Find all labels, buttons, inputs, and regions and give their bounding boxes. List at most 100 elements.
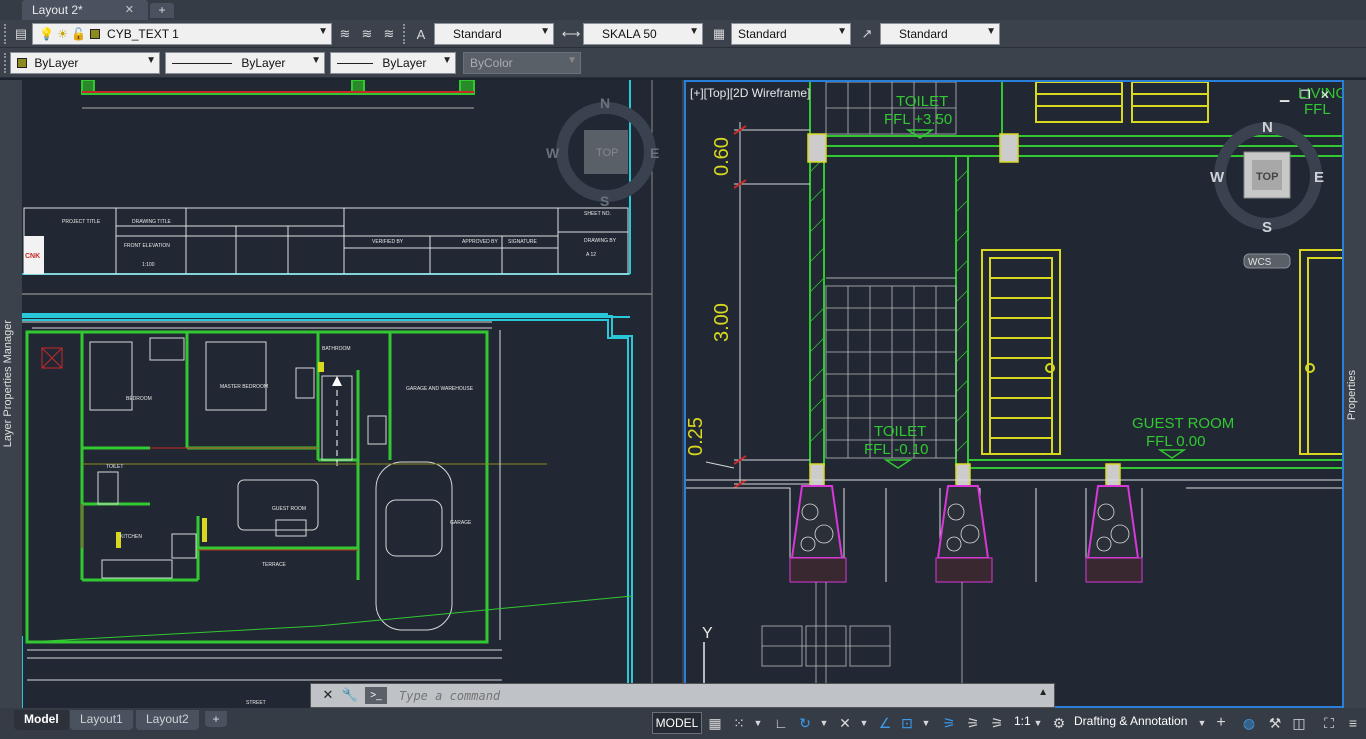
chevron-down-icon[interactable]: ▼ <box>858 713 870 733</box>
command-input[interactable] <box>395 686 1035 705</box>
fullscreen-icon[interactable]: ⛶ <box>1320 713 1338 733</box>
layer-previous-icon[interactable]: ≋ <box>358 25 376 43</box>
label-toilet-lower: TOILET <box>874 423 926 440</box>
viewcube-right-south[interactable]: S <box>1262 219 1272 236</box>
ucs-y-axis-label: Y <box>702 625 713 642</box>
tab-layout1[interactable]: Layout1 <box>70 710 133 730</box>
text-style-dropdown[interactable]: Standard ▼ <box>434 23 554 45</box>
close-icon[interactable]: ✕ <box>125 3 134 16</box>
customization-menu-icon[interactable]: ≡ <box>1344 713 1362 733</box>
viewcube-right-top[interactable]: TOP <box>1256 171 1278 183</box>
layers-styles-toolbar: ▤ 💡 ☀ 🔓 CYB_TEXT 1 ▼ ≋ ≋ ≋ A Standard ▼ … <box>0 20 1366 48</box>
layer-properties-panel[interactable]: Layer Properties Manager <box>0 80 22 708</box>
isolate-objects-icon[interactable]: ◍ <box>1240 713 1258 733</box>
gear-icon[interactable]: ⚙ <box>1050 713 1068 733</box>
layer-properties-icon[interactable]: ▤ <box>12 25 30 43</box>
make-current-layer-icon[interactable]: ≋ <box>336 25 354 43</box>
tab-layout2[interactable]: Layout2 <box>136 710 199 730</box>
new-layout-tab-button[interactable]: + <box>205 711 227 727</box>
chevron-down-icon[interactable]: ▼ <box>1032 713 1044 733</box>
annotation-scale-value[interactable]: 1:1 <box>1014 714 1031 728</box>
multileader-style-icon[interactable]: ↗ <box>858 25 876 43</box>
table-style-icon[interactable]: ▦ <box>710 25 728 43</box>
layer-match-icon[interactable]: ≋ <box>380 25 398 43</box>
plotstyle-value: ByColor <box>470 56 513 70</box>
close-icon[interactable]: ✕ <box>319 687 337 705</box>
wrench-icon[interactable]: 🔧 <box>341 687 359 705</box>
label-guest-room-ffl: FFL 0.00 <box>1146 433 1205 450</box>
workspace-switcher[interactable]: Drafting & Annotation <box>1074 714 1187 728</box>
ortho-icon[interactable]: ∟ <box>772 713 790 733</box>
text-style-value: Standard <box>453 27 502 41</box>
polar-tracking-icon[interactable]: ↻ <box>796 713 814 733</box>
room-label-bathroom: BATHROOM <box>322 346 351 352</box>
title-block-project-title: PROJECT TITLE <box>62 219 101 225</box>
linetype-preview <box>172 63 232 64</box>
snap-icon[interactable]: ⁙ <box>730 713 748 733</box>
chevron-down-icon[interactable]: ▼ <box>752 713 764 733</box>
chevron-up-icon[interactable]: ▲ <box>1038 687 1048 698</box>
room-label-kitchen: KITCHEN <box>120 534 142 540</box>
auto-scale-icon[interactable]: ⚞ <box>964 713 982 733</box>
dimension-style-value: SKALA 50 <box>602 27 657 41</box>
title-block-signature: SIGNATURE <box>508 239 537 245</box>
title-block-verified-by: VERIFIED BY <box>372 239 404 245</box>
section-detail-drawing: 0.60 3.00 0.25 TOILET FFL +3.50 TOILET F… <box>686 82 1342 706</box>
viewcube-right-north[interactable]: N <box>1262 119 1273 136</box>
hardware-acceleration-icon[interactable]: ⚒ <box>1266 713 1284 733</box>
isodraft-icon[interactable]: ∠ <box>876 713 894 733</box>
layer-color-swatch <box>89 29 100 39</box>
chevron-down-icon[interactable]: ▼ <box>920 713 932 733</box>
chevron-down-icon: ▼ <box>540 26 550 37</box>
label-toilet-upper-ffl: FFL +3.50 <box>884 111 952 128</box>
dimension-style-dropdown[interactable]: SKALA 50 ▼ <box>583 23 703 45</box>
properties-panel[interactable]: Properties <box>1344 80 1366 708</box>
annotation-scale-icon[interactable]: ⚞ <box>988 713 1006 733</box>
title-block-scale: 1:100 <box>142 262 155 268</box>
viewport-maximize-icon[interactable]: ❐ <box>1300 88 1311 102</box>
multileader-style-dropdown[interactable]: Standard ▼ <box>880 23 1000 45</box>
linetype-dropdown[interactable]: ByLayer ▼ <box>165 52 325 74</box>
viewport-minimize-icon[interactable]: ▁ <box>1280 88 1289 102</box>
text-style-icon[interactable]: A <box>412 25 430 43</box>
toolbar-grip[interactable] <box>403 24 406 44</box>
dimension-300: 3.00 <box>711 303 733 342</box>
chevron-down-icon[interactable]: ▼ <box>1196 713 1208 733</box>
dimension-style-icon[interactable]: ⟷ <box>562 25 581 43</box>
object-snap-icon[interactable]: ⊡ <box>898 713 916 733</box>
title-block-sheet-no-label: SHEET NO. <box>584 211 611 217</box>
object-snap-tracking-icon[interactable]: ✕ <box>836 713 854 733</box>
title-block-drawing-title: DRAWING TITLE <box>132 219 172 225</box>
table-style-dropdown[interactable]: Standard ▼ <box>731 23 851 45</box>
chevron-down-icon: ▼ <box>567 55 577 66</box>
lock-icon: 🔓 <box>71 27 87 41</box>
viewport-left[interactable]: PROJECT TITLE DRAWING TITLE FRONT ELEVAT… <box>22 80 682 708</box>
plus-icon[interactable]: + <box>1212 713 1230 733</box>
clean-screen-icon[interactable]: ◫ <box>1290 713 1308 733</box>
document-tab-label: Layout 2* <box>32 3 83 17</box>
room-label-street: STREET <box>246 700 266 706</box>
model-space-toggle[interactable]: MODEL <box>652 712 702 734</box>
layer-dropdown[interactable]: 💡 ☀ 🔓 CYB_TEXT 1 ▼ <box>32 23 332 45</box>
chevron-down-icon: ▼ <box>442 55 452 66</box>
viewport-close-icon[interactable]: ✕ <box>1320 88 1330 102</box>
chevron-down-icon: ▼ <box>318 26 328 37</box>
tab-model[interactable]: Model <box>14 710 69 730</box>
lineweight-dropdown[interactable]: ByLayer ▼ <box>330 52 456 74</box>
annotation-visibility-icon[interactable]: ⚞ <box>940 713 958 733</box>
toolbar-grip[interactable] <box>4 24 7 44</box>
grid-icon[interactable]: ▦ <box>706 713 724 733</box>
color-dropdown[interactable]: ByLayer ▼ <box>10 52 160 74</box>
wcs-menu-button[interactable]: WCS <box>1248 257 1272 268</box>
chevron-down-icon[interactable]: ▼ <box>818 713 830 733</box>
lineweight-value: ByLayer <box>382 56 427 70</box>
document-tab-layout2[interactable]: Layout 2* ✕ <box>22 0 148 20</box>
room-label-terrace: TERRACE <box>262 562 287 568</box>
new-document-tab-button[interactable]: + <box>150 3 174 18</box>
viewport-controls-label[interactable]: [+][Top][2D Wireframe] <box>690 86 810 100</box>
viewcube-right-west[interactable]: W <box>1210 169 1225 186</box>
viewport-right[interactable]: 0.60 3.00 0.25 TOILET FFL +3.50 TOILET F… <box>684 80 1344 708</box>
toolbar-grip[interactable] <box>4 53 7 73</box>
viewcube-right-east[interactable]: E <box>1314 169 1324 186</box>
command-prompt-icon[interactable]: >_ <box>365 687 387 704</box>
